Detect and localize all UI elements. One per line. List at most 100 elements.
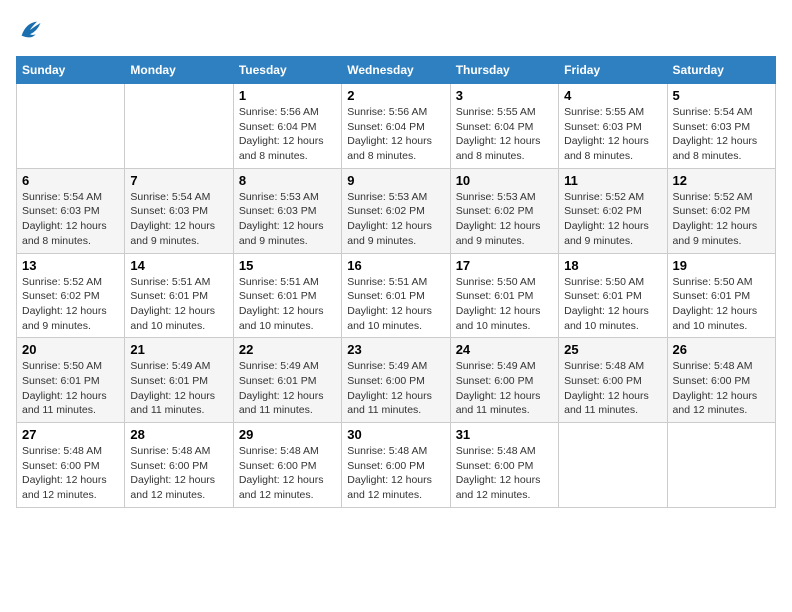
day-info: Sunrise: 5:49 AM Sunset: 6:01 PM Dayligh…	[239, 359, 336, 418]
day-of-week-header: Saturday	[667, 57, 775, 84]
day-number: 11	[564, 173, 661, 188]
day-number: 13	[22, 258, 119, 273]
day-number: 10	[456, 173, 553, 188]
day-info: Sunrise: 5:52 AM Sunset: 6:02 PM Dayligh…	[22, 275, 119, 334]
calendar-cell	[125, 84, 233, 169]
calendar-cell: 11 Sunrise: 5:52 AM Sunset: 6:02 PM Dayl…	[559, 168, 667, 253]
calendar-cell: 5 Sunrise: 5:54 AM Sunset: 6:03 PM Dayli…	[667, 84, 775, 169]
day-of-week-header: Monday	[125, 57, 233, 84]
day-number: 12	[673, 173, 770, 188]
calendar-cell: 6 Sunrise: 5:54 AM Sunset: 6:03 PM Dayli…	[17, 168, 125, 253]
calendar-cell: 4 Sunrise: 5:55 AM Sunset: 6:03 PM Dayli…	[559, 84, 667, 169]
day-number: 8	[239, 173, 336, 188]
day-number: 17	[456, 258, 553, 273]
day-number: 21	[130, 342, 227, 357]
calendar-cell: 13 Sunrise: 5:52 AM Sunset: 6:02 PM Dayl…	[17, 253, 125, 338]
calendar-cell: 20 Sunrise: 5:50 AM Sunset: 6:01 PM Dayl…	[17, 338, 125, 423]
day-info: Sunrise: 5:53 AM Sunset: 6:03 PM Dayligh…	[239, 190, 336, 249]
day-number: 20	[22, 342, 119, 357]
day-info: Sunrise: 5:55 AM Sunset: 6:04 PM Dayligh…	[456, 105, 553, 164]
day-number: 23	[347, 342, 444, 357]
calendar-week-row: 13 Sunrise: 5:52 AM Sunset: 6:02 PM Dayl…	[17, 253, 776, 338]
calendar-cell: 17 Sunrise: 5:50 AM Sunset: 6:01 PM Dayl…	[450, 253, 558, 338]
day-info: Sunrise: 5:56 AM Sunset: 6:04 PM Dayligh…	[347, 105, 444, 164]
day-number: 6	[22, 173, 119, 188]
calendar-cell: 1 Sunrise: 5:56 AM Sunset: 6:04 PM Dayli…	[233, 84, 341, 169]
calendar-cell: 28 Sunrise: 5:48 AM Sunset: 6:00 PM Dayl…	[125, 423, 233, 508]
day-info: Sunrise: 5:48 AM Sunset: 6:00 PM Dayligh…	[673, 359, 770, 418]
day-info: Sunrise: 5:54 AM Sunset: 6:03 PM Dayligh…	[22, 190, 119, 249]
day-info: Sunrise: 5:51 AM Sunset: 6:01 PM Dayligh…	[130, 275, 227, 334]
day-info: Sunrise: 5:50 AM Sunset: 6:01 PM Dayligh…	[456, 275, 553, 334]
calendar-week-row: 1 Sunrise: 5:56 AM Sunset: 6:04 PM Dayli…	[17, 84, 776, 169]
day-info: Sunrise: 5:54 AM Sunset: 6:03 PM Dayligh…	[673, 105, 770, 164]
calendar-cell	[17, 84, 125, 169]
day-number: 28	[130, 427, 227, 442]
day-info: Sunrise: 5:52 AM Sunset: 6:02 PM Dayligh…	[673, 190, 770, 249]
day-info: Sunrise: 5:51 AM Sunset: 6:01 PM Dayligh…	[239, 275, 336, 334]
day-number: 1	[239, 88, 336, 103]
calendar-cell: 16 Sunrise: 5:51 AM Sunset: 6:01 PM Dayl…	[342, 253, 450, 338]
day-number: 15	[239, 258, 336, 273]
day-info: Sunrise: 5:48 AM Sunset: 6:00 PM Dayligh…	[564, 359, 661, 418]
day-number: 18	[564, 258, 661, 273]
days-header-row: SundayMondayTuesdayWednesdayThursdayFrid…	[17, 57, 776, 84]
calendar-cell: 9 Sunrise: 5:53 AM Sunset: 6:02 PM Dayli…	[342, 168, 450, 253]
day-info: Sunrise: 5:48 AM Sunset: 6:00 PM Dayligh…	[347, 444, 444, 503]
calendar-cell: 2 Sunrise: 5:56 AM Sunset: 6:04 PM Dayli…	[342, 84, 450, 169]
calendar-table: SundayMondayTuesdayWednesdayThursdayFrid…	[16, 56, 776, 508]
calendar-week-row: 6 Sunrise: 5:54 AM Sunset: 6:03 PM Dayli…	[17, 168, 776, 253]
calendar-cell: 12 Sunrise: 5:52 AM Sunset: 6:02 PM Dayl…	[667, 168, 775, 253]
calendar-cell: 14 Sunrise: 5:51 AM Sunset: 6:01 PM Dayl…	[125, 253, 233, 338]
day-info: Sunrise: 5:50 AM Sunset: 6:01 PM Dayligh…	[673, 275, 770, 334]
calendar-cell: 7 Sunrise: 5:54 AM Sunset: 6:03 PM Dayli…	[125, 168, 233, 253]
calendar-cell: 10 Sunrise: 5:53 AM Sunset: 6:02 PM Dayl…	[450, 168, 558, 253]
calendar-cell: 3 Sunrise: 5:55 AM Sunset: 6:04 PM Dayli…	[450, 84, 558, 169]
day-info: Sunrise: 5:49 AM Sunset: 6:01 PM Dayligh…	[130, 359, 227, 418]
day-info: Sunrise: 5:49 AM Sunset: 6:00 PM Dayligh…	[456, 359, 553, 418]
day-info: Sunrise: 5:53 AM Sunset: 6:02 PM Dayligh…	[456, 190, 553, 249]
calendar-cell: 26 Sunrise: 5:48 AM Sunset: 6:00 PM Dayl…	[667, 338, 775, 423]
calendar-cell: 8 Sunrise: 5:53 AM Sunset: 6:03 PM Dayli…	[233, 168, 341, 253]
day-number: 22	[239, 342, 336, 357]
calendar-body: 1 Sunrise: 5:56 AM Sunset: 6:04 PM Dayli…	[17, 84, 776, 508]
calendar-cell: 15 Sunrise: 5:51 AM Sunset: 6:01 PM Dayl…	[233, 253, 341, 338]
calendar-cell: 27 Sunrise: 5:48 AM Sunset: 6:00 PM Dayl…	[17, 423, 125, 508]
day-of-week-header: Wednesday	[342, 57, 450, 84]
day-number: 24	[456, 342, 553, 357]
day-number: 29	[239, 427, 336, 442]
day-info: Sunrise: 5:52 AM Sunset: 6:02 PM Dayligh…	[564, 190, 661, 249]
day-number: 9	[347, 173, 444, 188]
day-info: Sunrise: 5:55 AM Sunset: 6:03 PM Dayligh…	[564, 105, 661, 164]
day-of-week-header: Friday	[559, 57, 667, 84]
logo	[16, 16, 48, 44]
calendar-cell: 21 Sunrise: 5:49 AM Sunset: 6:01 PM Dayl…	[125, 338, 233, 423]
day-info: Sunrise: 5:56 AM Sunset: 6:04 PM Dayligh…	[239, 105, 336, 164]
calendar-cell: 30 Sunrise: 5:48 AM Sunset: 6:00 PM Dayl…	[342, 423, 450, 508]
day-of-week-header: Sunday	[17, 57, 125, 84]
calendar-cell	[559, 423, 667, 508]
logo-bird-icon	[16, 16, 44, 44]
calendar-cell: 19 Sunrise: 5:50 AM Sunset: 6:01 PM Dayl…	[667, 253, 775, 338]
calendar-cell	[667, 423, 775, 508]
calendar-cell: 25 Sunrise: 5:48 AM Sunset: 6:00 PM Dayl…	[559, 338, 667, 423]
day-number: 19	[673, 258, 770, 273]
day-number: 25	[564, 342, 661, 357]
day-number: 16	[347, 258, 444, 273]
day-number: 31	[456, 427, 553, 442]
day-number: 26	[673, 342, 770, 357]
day-info: Sunrise: 5:51 AM Sunset: 6:01 PM Dayligh…	[347, 275, 444, 334]
day-number: 7	[130, 173, 227, 188]
day-number: 27	[22, 427, 119, 442]
calendar-cell: 23 Sunrise: 5:49 AM Sunset: 6:00 PM Dayl…	[342, 338, 450, 423]
day-info: Sunrise: 5:50 AM Sunset: 6:01 PM Dayligh…	[22, 359, 119, 418]
day-info: Sunrise: 5:48 AM Sunset: 6:00 PM Dayligh…	[456, 444, 553, 503]
day-info: Sunrise: 5:50 AM Sunset: 6:01 PM Dayligh…	[564, 275, 661, 334]
day-info: Sunrise: 5:48 AM Sunset: 6:00 PM Dayligh…	[239, 444, 336, 503]
calendar-cell: 18 Sunrise: 5:50 AM Sunset: 6:01 PM Dayl…	[559, 253, 667, 338]
page-header	[16, 16, 776, 44]
day-number: 3	[456, 88, 553, 103]
day-info: Sunrise: 5:48 AM Sunset: 6:00 PM Dayligh…	[130, 444, 227, 503]
day-number: 5	[673, 88, 770, 103]
day-info: Sunrise: 5:53 AM Sunset: 6:02 PM Dayligh…	[347, 190, 444, 249]
